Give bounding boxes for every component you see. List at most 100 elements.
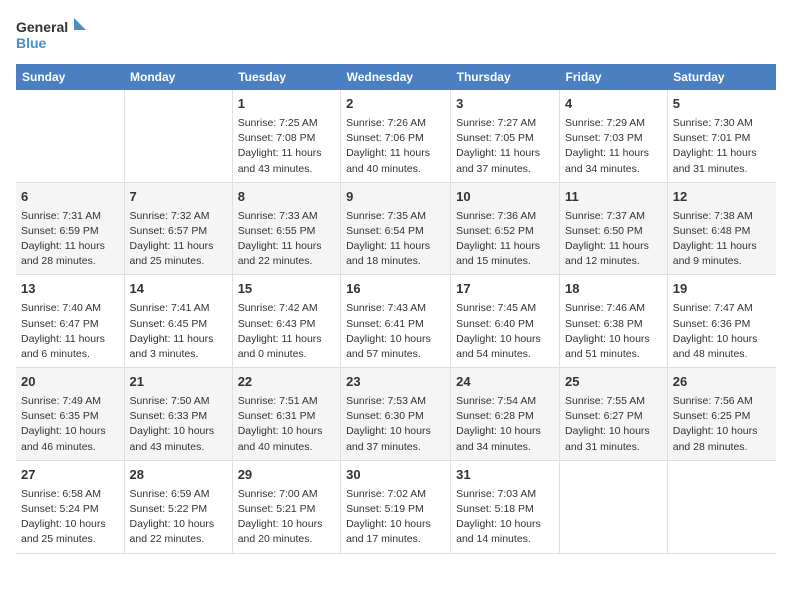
day-info: Sunrise: 7:50 AMSunset: 6:33 PMDaylight:… [130,394,227,455]
calendar-cell [560,460,668,553]
calendar-cell: 3 Sunrise: 7:27 AMSunset: 7:05 PMDaylight… [451,90,560,182]
day-number: 20 [21,373,119,392]
day-number: 12 [673,188,771,207]
day-number: 8 [238,188,335,207]
day-number: 6 [21,188,119,207]
day-number: 2 [346,95,445,114]
calendar-cell: 13Sunrise: 7:40 AMSunset: 6:47 PMDayligh… [16,275,124,368]
day-info: Sunrise: 7:55 AMSunset: 6:27 PMDaylight:… [565,394,662,455]
day-number: 26 [673,373,771,392]
calendar-cell: 14 Sunrise: 7:41 AMSunset: 6:45 PMDayligh… [124,275,232,368]
day-number: 31 [456,466,554,485]
day-info: Sunrise: 7:38 AMSunset: 6:48 PMDaylight:… [673,209,771,270]
header-sunday: Sunday [16,64,124,90]
day-info: Sunrise: 7:33 AMSunset: 6:55 PMDaylight:… [238,209,335,270]
svg-text:Blue: Blue [16,35,47,51]
header-wednesday: Wednesday [341,64,451,90]
calendar-cell [124,90,232,182]
day-number: 25 [565,373,662,392]
calendar-cell: 22 Sunrise: 7:51 AMSunset: 6:31 PMDayligh… [232,368,340,461]
calendar-cell [667,460,776,553]
day-number: 1 [238,95,335,114]
day-number: 23 [346,373,445,392]
svg-text:General: General [16,19,68,35]
day-number: 28 [130,466,227,485]
day-number: 5 [673,95,771,114]
day-number: 30 [346,466,445,485]
day-info: Sunrise: 7:36 AMSunset: 6:52 PMDaylight:… [456,209,554,270]
calendar-cell: 20 Sunrise: 7:49 AMSunset: 6:35 PMDayligh… [16,368,124,461]
calendar-cell: 2 Sunrise: 7:26 AMSunset: 7:06 PMDaylight… [341,90,451,182]
calendar-cell: 31 Sunrise: 7:03 AMSunset: 5:18 PMDayligh… [451,460,560,553]
day-number: 18 [565,280,662,299]
calendar-cell: 24 Sunrise: 7:54 AMSunset: 6:28 PMDayligh… [451,368,560,461]
header-friday: Friday [560,64,668,90]
calendar-week-row: 27 Sunrise: 6:58 AMSunset: 5:24 PMDayligh… [16,460,776,553]
header-tuesday: Tuesday [232,64,340,90]
day-info: Sunrise: 7:41 AMSunset: 6:45 PMDaylight:… [130,301,227,362]
calendar-cell: 10 Sunrise: 7:36 AMSunset: 6:52 PMDayligh… [451,182,560,275]
day-info: Sunrise: 7:27 AMSunset: 7:05 PMDaylight:… [456,116,554,177]
day-info: Sunrise: 7:26 AMSunset: 7:06 PMDaylight:… [346,116,445,177]
day-number: 3 [456,95,554,114]
calendar-cell: 28Sunrise: 6:59 AMSunset: 5:22 PMDayligh… [124,460,232,553]
day-info: Sunrise: 7:32 AMSunset: 6:57 PMDaylight:… [130,209,227,270]
day-number: 29 [238,466,335,485]
day-info: Sunrise: 7:29 AMSunset: 7:03 PMDaylight:… [565,116,662,177]
calendar-cell: 29 Sunrise: 7:00 AMSunset: 5:21 PMDayligh… [232,460,340,553]
calendar-cell: 1 Sunrise: 7:25 AMSunset: 7:08 PMDaylight… [232,90,340,182]
day-info: Sunrise: 7:54 AMSunset: 6:28 PMDaylight:… [456,394,554,455]
day-number: 17 [456,280,554,299]
calendar-cell: 21 Sunrise: 7:50 AMSunset: 6:33 PMDayligh… [124,368,232,461]
calendar-cell: 23 Sunrise: 7:53 AMSunset: 6:30 PMDayligh… [341,368,451,461]
day-info: Sunrise: 7:53 AMSunset: 6:30 PMDaylight:… [346,394,445,455]
calendar-cell: 19 Sunrise: 7:47 AMSunset: 6:36 PMDayligh… [667,275,776,368]
calendar-cell: 6 Sunrise: 7:31 AMSunset: 6:59 PMDaylight… [16,182,124,275]
day-info: Sunrise: 7:00 AMSunset: 5:21 PMDaylight:… [238,487,335,548]
day-number: 15 [238,280,335,299]
calendar-cell: 26Sunrise: 7:56 AMSunset: 6:25 PMDayligh… [667,368,776,461]
day-info: Sunrise: 7:40 AMSunset: 6:47 PMDaylight:… [21,301,119,362]
calendar-cell: 16 Sunrise: 7:43 AMSunset: 6:41 PMDayligh… [341,275,451,368]
day-info: Sunrise: 7:02 AMSunset: 5:19 PMDaylight:… [346,487,445,548]
day-info: Sunrise: 7:31 AMSunset: 6:59 PMDaylight:… [21,209,119,270]
calendar-cell: 8 Sunrise: 7:33 AMSunset: 6:55 PMDaylight… [232,182,340,275]
calendar-cell: 17 Sunrise: 7:45 AMSunset: 6:40 PMDayligh… [451,275,560,368]
calendar-week-row: 13Sunrise: 7:40 AMSunset: 6:47 PMDayligh… [16,275,776,368]
day-info: Sunrise: 7:47 AMSunset: 6:36 PMDaylight:… [673,301,771,362]
day-info: Sunrise: 7:37 AMSunset: 6:50 PMDaylight:… [565,209,662,270]
calendar-week-row: 6 Sunrise: 7:31 AMSunset: 6:59 PMDaylight… [16,182,776,275]
calendar-cell: 4Sunrise: 7:29 AMSunset: 7:03 PMDaylight… [560,90,668,182]
calendar-cell: 30 Sunrise: 7:02 AMSunset: 5:19 PMDayligh… [341,460,451,553]
day-number: 21 [130,373,227,392]
day-info: Sunrise: 7:42 AMSunset: 6:43 PMDaylight:… [238,301,335,362]
day-info: Sunrise: 7:51 AMSunset: 6:31 PMDaylight:… [238,394,335,455]
day-info: Sunrise: 7:35 AMSunset: 6:54 PMDaylight:… [346,209,445,270]
day-number: 14 [130,280,227,299]
calendar-cell: 12 Sunrise: 7:38 AMSunset: 6:48 PMDayligh… [667,182,776,275]
day-info: Sunrise: 7:03 AMSunset: 5:18 PMDaylight:… [456,487,554,548]
day-number: 7 [130,188,227,207]
day-info: Sunrise: 7:25 AMSunset: 7:08 PMDaylight:… [238,116,335,177]
calendar-table: SundayMondayTuesdayWednesdayThursdayFrid… [16,64,776,554]
calendar-cell: 5 Sunrise: 7:30 AMSunset: 7:01 PMDaylight… [667,90,776,182]
day-info: Sunrise: 6:58 AMSunset: 5:24 PMDaylight:… [21,487,119,548]
calendar-cell: 9 Sunrise: 7:35 AMSunset: 6:54 PMDaylight… [341,182,451,275]
calendar-cell: 7 Sunrise: 7:32 AMSunset: 6:57 PMDaylight… [124,182,232,275]
day-number: 10 [456,188,554,207]
day-number: 22 [238,373,335,392]
day-number: 19 [673,280,771,299]
day-number: 9 [346,188,445,207]
calendar-week-row: 1 Sunrise: 7:25 AMSunset: 7:08 PMDaylight… [16,90,776,182]
day-number: 16 [346,280,445,299]
day-info: Sunrise: 7:30 AMSunset: 7:01 PMDaylight:… [673,116,771,177]
page-header: GeneralBlue [16,16,776,54]
day-number: 11 [565,188,662,207]
header-saturday: Saturday [667,64,776,90]
day-info: Sunrise: 7:49 AMSunset: 6:35 PMDaylight:… [21,394,119,455]
day-info: Sunrise: 7:45 AMSunset: 6:40 PMDaylight:… [456,301,554,362]
day-number: 24 [456,373,554,392]
day-info: Sunrise: 7:43 AMSunset: 6:41 PMDaylight:… [346,301,445,362]
calendar-cell: 11 Sunrise: 7:37 AMSunset: 6:50 PMDayligh… [560,182,668,275]
day-number: 27 [21,466,119,485]
